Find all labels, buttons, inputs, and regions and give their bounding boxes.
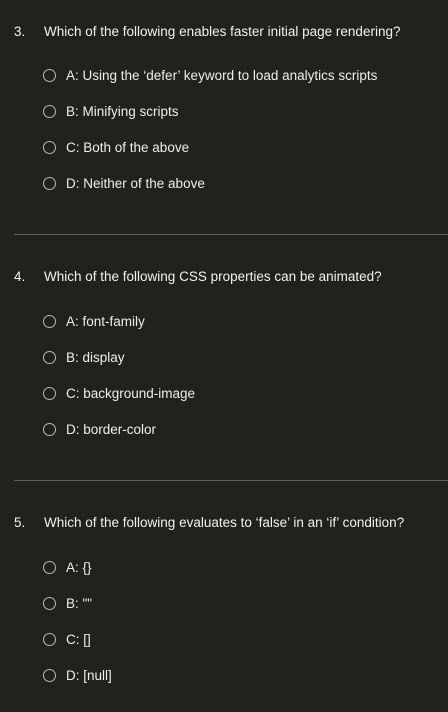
question-3-option-c[interactable]: C: Both of the above (40, 138, 420, 160)
radio-button[interactable] (43, 141, 56, 154)
question-4-header: 4. Which of the following CSS properties… (0, 268, 448, 286)
option-label[interactable]: D: [null] (66, 667, 112, 685)
question-number: 5. (14, 515, 26, 530)
radio-button[interactable] (43, 387, 56, 400)
option-label[interactable]: D: border-color (66, 421, 156, 439)
question-number: 3. (14, 24, 26, 39)
radio-button[interactable] (43, 669, 56, 682)
question-5-option-b[interactable]: B: "" (40, 594, 420, 616)
question-4-option-b[interactable]: B: display (40, 348, 420, 370)
option-label[interactable]: A: font-family (66, 313, 145, 331)
option-label[interactable]: A: {} (66, 559, 92, 577)
question-5-option-d[interactable]: D: [null] (40, 666, 420, 688)
option-label[interactable]: C: background-image (66, 385, 195, 403)
option-label[interactable]: A: Using the ‘defer’ keyword to load ana… (66, 67, 377, 85)
option-label[interactable]: D: Neither of the above (66, 175, 205, 193)
radio-button[interactable] (43, 561, 56, 574)
question-number: 4. (14, 269, 26, 284)
option-label[interactable]: B: display (66, 349, 125, 367)
question-5-option-c[interactable]: C: [] (40, 630, 420, 652)
radio-button[interactable] (43, 69, 56, 82)
question-4-option-d[interactable]: D: border-color (40, 420, 420, 442)
option-label[interactable]: B: "" (66, 595, 92, 613)
radio-button[interactable] (43, 597, 56, 610)
question-divider (14, 480, 448, 481)
question-5-header: 5. Which of the following evaluates to ‘… (0, 514, 448, 532)
question-5-option-a[interactable]: A: {} (40, 558, 420, 580)
radio-button[interactable] (43, 633, 56, 646)
question-3-header: 3. Which of the following enables faster… (0, 23, 448, 41)
radio-button[interactable] (43, 177, 56, 190)
question-4-option-c[interactable]: C: background-image (40, 384, 420, 406)
radio-button[interactable] (43, 315, 56, 328)
option-label[interactable]: C: [] (66, 631, 91, 649)
option-label[interactable]: B: Minifying scripts (66, 103, 179, 121)
radio-button[interactable] (43, 351, 56, 364)
question-3-option-b[interactable]: B: Minifying scripts (40, 102, 420, 124)
question-4-option-a[interactable]: A: font-family (40, 312, 420, 334)
question-3-option-a[interactable]: A: Using the ‘defer’ keyword to load ana… (40, 66, 420, 88)
question-text: Which of the following enables faster in… (44, 24, 401, 39)
option-label[interactable]: C: Both of the above (66, 139, 189, 157)
question-text: Which of the following evaluates to ‘fal… (44, 515, 405, 530)
question-3-option-d[interactable]: D: Neither of the above (40, 174, 420, 196)
radio-button[interactable] (43, 105, 56, 118)
question-divider (14, 234, 448, 235)
question-text: Which of the following CSS properties ca… (44, 269, 382, 284)
radio-button[interactable] (43, 423, 56, 436)
